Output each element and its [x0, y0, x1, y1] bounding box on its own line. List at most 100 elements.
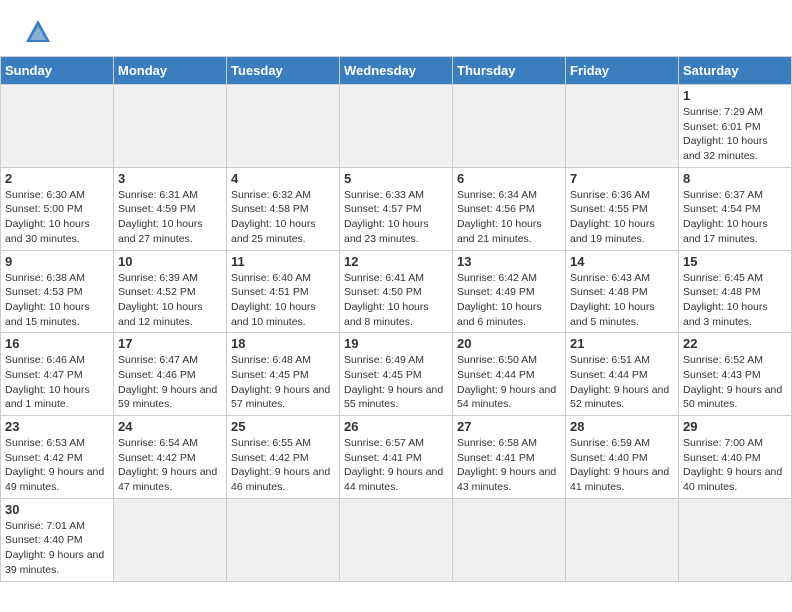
calendar-day-cell: 5 Sunrise: 6:33 AM Sunset: 4:57 PM Daylig…	[340, 167, 453, 250]
day-number: 29	[683, 419, 787, 434]
calendar-day-cell: 17 Sunrise: 6:47 AM Sunset: 4:46 PM Dayli…	[114, 333, 227, 416]
day-number: 5	[344, 171, 448, 186]
calendar-table: SundayMondayTuesdayWednesdayThursdayFrid…	[0, 56, 792, 582]
calendar-day-cell: 9 Sunrise: 6:38 AM Sunset: 4:53 PM Daylig…	[1, 250, 114, 333]
day-number: 20	[457, 336, 561, 351]
day-number: 18	[231, 336, 335, 351]
calendar-day-cell: 26 Sunrise: 6:57 AM Sunset: 4:41 PM Dayli…	[340, 416, 453, 499]
calendar-day-cell	[453, 85, 566, 168]
calendar-header-wednesday: Wednesday	[340, 57, 453, 85]
calendar-day-cell: 10 Sunrise: 6:39 AM Sunset: 4:52 PM Dayli…	[114, 250, 227, 333]
page-header	[0, 0, 792, 56]
calendar-day-cell: 14 Sunrise: 6:43 AM Sunset: 4:48 PM Dayli…	[566, 250, 679, 333]
day-number: 23	[5, 419, 109, 434]
day-info: Sunrise: 6:40 AM Sunset: 4:51 PM Dayligh…	[231, 271, 335, 330]
day-info: Sunrise: 6:36 AM Sunset: 4:55 PM Dayligh…	[570, 188, 674, 247]
calendar-day-cell	[340, 85, 453, 168]
calendar-day-cell	[114, 85, 227, 168]
day-number: 12	[344, 254, 448, 269]
calendar-day-cell	[566, 85, 679, 168]
day-info: Sunrise: 6:45 AM Sunset: 4:48 PM Dayligh…	[683, 271, 787, 330]
day-number: 22	[683, 336, 787, 351]
calendar-day-cell: 16 Sunrise: 6:46 AM Sunset: 4:47 PM Dayli…	[1, 333, 114, 416]
day-number: 25	[231, 419, 335, 434]
day-number: 11	[231, 254, 335, 269]
calendar-day-cell: 4Sunrise: 6:32 AM Sunset: 4:58 PM Daylig…	[227, 167, 340, 250]
calendar-day-cell: 3Sunrise: 6:31 AM Sunset: 4:59 PM Daylig…	[114, 167, 227, 250]
calendar-day-cell: 22 Sunrise: 6:52 AM Sunset: 4:43 PM Dayli…	[679, 333, 792, 416]
calendar-header-friday: Friday	[566, 57, 679, 85]
day-number: 17	[118, 336, 222, 351]
day-number: 19	[344, 336, 448, 351]
day-info: Sunrise: 6:43 AM Sunset: 4:48 PM Dayligh…	[570, 271, 674, 330]
day-number: 16	[5, 336, 109, 351]
day-number: 6	[457, 171, 561, 186]
day-number: 30	[5, 502, 109, 517]
calendar-day-cell	[114, 498, 227, 581]
calendar-week-row: 16 Sunrise: 6:46 AM Sunset: 4:47 PM Dayli…	[1, 333, 792, 416]
calendar-day-cell: 30 Sunrise: 7:01 AM Sunset: 4:40 PM Dayli…	[1, 498, 114, 581]
calendar-day-cell: 13Sunrise: 6:42 AM Sunset: 4:49 PM Dayli…	[453, 250, 566, 333]
calendar-day-cell: 6Sunrise: 6:34 AM Sunset: 4:56 PM Daylig…	[453, 167, 566, 250]
day-number: 7	[570, 171, 674, 186]
day-number: 9	[5, 254, 109, 269]
calendar-day-cell: 25 Sunrise: 6:55 AM Sunset: 4:42 PM Dayli…	[227, 416, 340, 499]
calendar-day-cell: 23Sunrise: 6:53 AM Sunset: 4:42 PM Dayli…	[1, 416, 114, 499]
day-number: 24	[118, 419, 222, 434]
day-number: 26	[344, 419, 448, 434]
day-number: 2	[5, 171, 109, 186]
day-info: Sunrise: 6:58 AM Sunset: 4:41 PM Dayligh…	[457, 436, 561, 495]
calendar-day-cell: 28 Sunrise: 6:59 AM Sunset: 4:40 PM Dayli…	[566, 416, 679, 499]
calendar-week-row: 9 Sunrise: 6:38 AM Sunset: 4:53 PM Daylig…	[1, 250, 792, 333]
day-info: Sunrise: 6:51 AM Sunset: 4:44 PM Dayligh…	[570, 353, 674, 412]
calendar-day-cell: 27 Sunrise: 6:58 AM Sunset: 4:41 PM Dayli…	[453, 416, 566, 499]
calendar-day-cell: 12 Sunrise: 6:41 AM Sunset: 4:50 PM Dayli…	[340, 250, 453, 333]
calendar-header-monday: Monday	[114, 57, 227, 85]
day-info: Sunrise: 6:55 AM Sunset: 4:42 PM Dayligh…	[231, 436, 335, 495]
day-info: Sunrise: 6:31 AM Sunset: 4:59 PM Dayligh…	[118, 188, 222, 247]
day-number: 28	[570, 419, 674, 434]
day-info: Sunrise: 6:57 AM Sunset: 4:41 PM Dayligh…	[344, 436, 448, 495]
day-number: 1	[683, 88, 787, 103]
day-info: Sunrise: 6:47 AM Sunset: 4:46 PM Dayligh…	[118, 353, 222, 412]
day-info: Sunrise: 6:48 AM Sunset: 4:45 PM Dayligh…	[231, 353, 335, 412]
day-info: Sunrise: 6:30 AM Sunset: 5:00 PM Dayligh…	[5, 188, 109, 247]
calendar-week-row: 23Sunrise: 6:53 AM Sunset: 4:42 PM Dayli…	[1, 416, 792, 499]
calendar-week-row: 1 Sunrise: 7:29 AM Sunset: 6:01 PM Daylig…	[1, 85, 792, 168]
day-number: 27	[457, 419, 561, 434]
calendar-day-cell: 8Sunrise: 6:37 AM Sunset: 4:54 PM Daylig…	[679, 167, 792, 250]
calendar-day-cell: 19 Sunrise: 6:49 AM Sunset: 4:45 PM Dayli…	[340, 333, 453, 416]
calendar-day-cell	[679, 498, 792, 581]
day-info: Sunrise: 7:01 AM Sunset: 4:40 PM Dayligh…	[5, 519, 109, 578]
day-info: Sunrise: 6:39 AM Sunset: 4:52 PM Dayligh…	[118, 271, 222, 330]
day-info: Sunrise: 6:49 AM Sunset: 4:45 PM Dayligh…	[344, 353, 448, 412]
day-info: Sunrise: 6:41 AM Sunset: 4:50 PM Dayligh…	[344, 271, 448, 330]
calendar-header-saturday: Saturday	[679, 57, 792, 85]
day-info: Sunrise: 7:29 AM Sunset: 6:01 PM Dayligh…	[683, 105, 787, 164]
calendar-header-row: SundayMondayTuesdayWednesdayThursdayFrid…	[1, 57, 792, 85]
day-info: Sunrise: 6:33 AM Sunset: 4:57 PM Dayligh…	[344, 188, 448, 247]
day-info: Sunrise: 6:38 AM Sunset: 4:53 PM Dayligh…	[5, 271, 109, 330]
day-info: Sunrise: 6:59 AM Sunset: 4:40 PM Dayligh…	[570, 436, 674, 495]
calendar-week-row: 2 Sunrise: 6:30 AM Sunset: 5:00 PM Daylig…	[1, 167, 792, 250]
calendar-day-cell: 24 Sunrise: 6:54 AM Sunset: 4:42 PM Dayli…	[114, 416, 227, 499]
day-number: 10	[118, 254, 222, 269]
calendar-day-cell: 15Sunrise: 6:45 AM Sunset: 4:48 PM Dayli…	[679, 250, 792, 333]
day-info: Sunrise: 6:46 AM Sunset: 4:47 PM Dayligh…	[5, 353, 109, 412]
calendar-day-cell: 1 Sunrise: 7:29 AM Sunset: 6:01 PM Daylig…	[679, 85, 792, 168]
calendar-day-cell: 2 Sunrise: 6:30 AM Sunset: 5:00 PM Daylig…	[1, 167, 114, 250]
day-info: Sunrise: 7:00 AM Sunset: 4:40 PM Dayligh…	[683, 436, 787, 495]
calendar-day-cell: 29 Sunrise: 7:00 AM Sunset: 4:40 PM Dayli…	[679, 416, 792, 499]
day-info: Sunrise: 6:37 AM Sunset: 4:54 PM Dayligh…	[683, 188, 787, 247]
calendar-day-cell	[227, 498, 340, 581]
calendar-day-cell	[453, 498, 566, 581]
calendar-week-row: 30 Sunrise: 7:01 AM Sunset: 4:40 PM Dayli…	[1, 498, 792, 581]
day-info: Sunrise: 6:50 AM Sunset: 4:44 PM Dayligh…	[457, 353, 561, 412]
day-number: 14	[570, 254, 674, 269]
calendar-day-cell	[340, 498, 453, 581]
day-number: 13	[457, 254, 561, 269]
day-info: Sunrise: 6:52 AM Sunset: 4:43 PM Dayligh…	[683, 353, 787, 412]
calendar-day-cell	[566, 498, 679, 581]
day-info: Sunrise: 6:54 AM Sunset: 4:42 PM Dayligh…	[118, 436, 222, 495]
calendar-day-cell	[1, 85, 114, 168]
